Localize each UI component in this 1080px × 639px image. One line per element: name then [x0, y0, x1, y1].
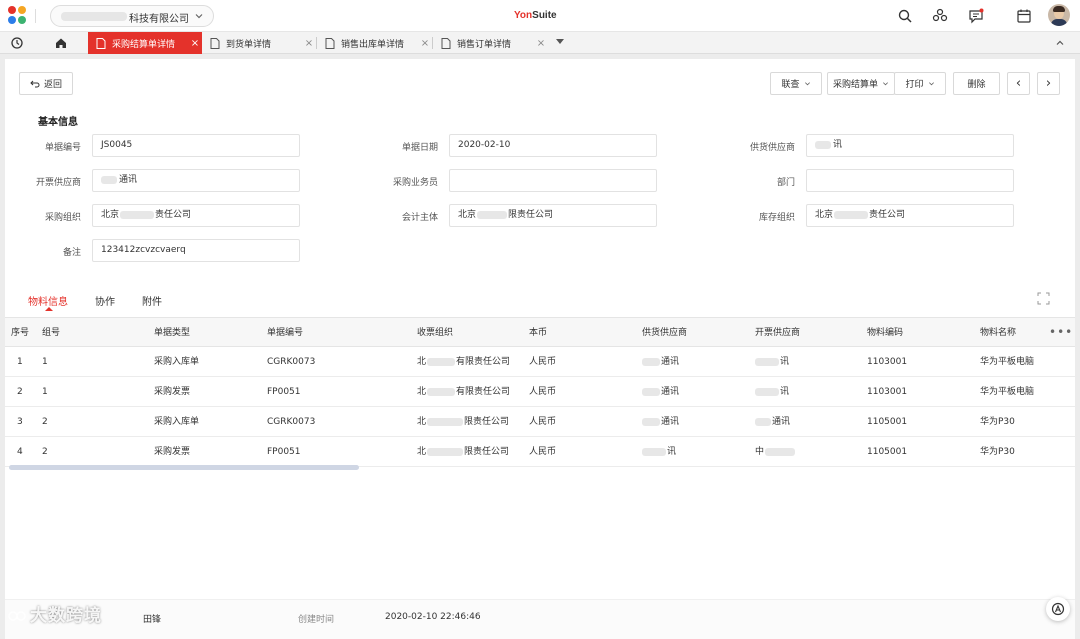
document-icon: [441, 37, 451, 49]
assistant-button[interactable]: [1046, 597, 1070, 621]
tab-settlement-detail[interactable]: 采购结算单详情 ×: [88, 32, 202, 54]
table-row[interactable]: 2 1 采购发票 FP0051 北有限责任公司 人民币 通讯 讯 1103001…: [5, 377, 1075, 407]
col-header[interactable]: 组号: [42, 318, 60, 348]
purchase-org-field[interactable]: 北京 责任公司: [92, 204, 300, 227]
watermark-logo-icon: [8, 611, 26, 621]
doc-date-field[interactable]: 2020-02-10: [449, 134, 657, 157]
record-footer: 田锋 创建时间 2020-02-10 22:46:46: [5, 599, 1075, 639]
document-icon: [96, 37, 106, 49]
chevron-down-icon: [928, 82, 934, 86]
calendar-icon[interactable]: [1016, 8, 1032, 24]
apps-icon[interactable]: [932, 8, 948, 24]
next-record-button[interactable]: ›: [1037, 72, 1060, 95]
subtab-collaboration[interactable]: 协作: [95, 293, 115, 308]
document-icon: [325, 37, 335, 49]
tab-sales-order-detail[interactable]: 销售订单详情 ×: [433, 32, 548, 54]
org-name-mask: [61, 12, 127, 21]
purchaser-label: 采购业务员: [392, 178, 438, 188]
close-icon[interactable]: ×: [302, 38, 316, 49]
col-header[interactable]: 收票组织: [417, 318, 453, 348]
message-icon[interactable]: [968, 8, 984, 24]
stock-org-label: 库存组织: [758, 213, 795, 223]
active-tab-indicator: [45, 307, 53, 311]
more-options-icon[interactable]: •••: [1049, 318, 1073, 348]
subtab-material-info[interactable]: 物料信息: [28, 293, 68, 308]
close-icon[interactable]: ×: [418, 38, 432, 49]
chevron-right-icon: ›: [1045, 76, 1052, 91]
col-header[interactable]: 单据类型: [154, 318, 190, 348]
tab-bar: 采购结算单详情 × 到货单详情 × 销售出库单详情 × 销售订单详情 ×: [0, 32, 1080, 54]
watermark: 大数跨境: [8, 601, 102, 626]
assistant-icon: [1051, 602, 1065, 616]
prev-record-button[interactable]: ‹: [1007, 72, 1030, 95]
chevron-up-icon[interactable]: [1054, 37, 1066, 49]
supplier-label: 供货供应商: [749, 143, 795, 153]
divider: [35, 9, 36, 23]
org-selector[interactable]: 科技有限公司: [50, 5, 214, 27]
purchaser-field[interactable]: [449, 169, 657, 192]
created-time-label: 创建时间: [298, 615, 335, 625]
invoice-supplier-label: 开票供应商: [35, 178, 81, 188]
return-arrow-icon: [30, 80, 40, 87]
brand-logo: YonSuite: [514, 10, 557, 21]
org-name: 科技有限公司: [129, 14, 189, 25]
table-row[interactable]: 1 1 采购入库单 CGRK0073 北有限责任公司 人民币 通讯 讯 1103…: [5, 347, 1075, 377]
col-header[interactable]: 供货供应商: [642, 318, 687, 348]
col-header[interactable]: 物料名称: [980, 318, 1016, 348]
close-icon[interactable]: ×: [188, 38, 202, 49]
chevron-down-icon: [883, 82, 888, 86]
accounting-entity-label: 会计主体: [401, 213, 438, 223]
document-icon: [210, 37, 220, 49]
detail-panel: 返回 联查 采购结算单 打印 删除 ‹ › 基本信息 单据编号 JS0045 单…: [5, 59, 1075, 639]
col-header[interactable]: 物料编码: [867, 318, 903, 348]
invoice-supplier-field[interactable]: 通讯: [92, 169, 300, 192]
dept-field[interactable]: [806, 169, 1014, 192]
doc-date-label: 单据日期: [401, 143, 438, 153]
doc-no-label: 单据编号: [44, 143, 81, 153]
user-avatar[interactable]: [1048, 4, 1070, 26]
purchase-org-label: 采购组织: [44, 213, 81, 223]
col-header[interactable]: 序号: [11, 318, 29, 348]
table-header: 序号 组号 单据类型 单据编号 收票组织 本币 供货供应商 开票供应商 物料编码…: [5, 317, 1075, 347]
table-row[interactable]: 3 2 采购入库单 CGRK0073 北限责任公司 人民币 通讯 通讯 1105…: [5, 407, 1075, 437]
settlement-button[interactable]: 采购结算单: [827, 72, 895, 95]
subtab-attachments[interactable]: 附件: [142, 293, 162, 308]
section-title: 基本信息: [38, 117, 78, 128]
horizontal-scrollbar[interactable]: [9, 465, 359, 470]
search-icon[interactable]: [897, 8, 913, 24]
supplier-field[interactable]: 讯: [806, 134, 1014, 157]
chevron-left-icon: ‹: [1015, 76, 1022, 91]
remark-label: 备注: [62, 248, 81, 258]
tab-overflow-caret-icon[interactable]: [556, 39, 564, 44]
fullscreen-icon[interactable]: [1037, 292, 1050, 305]
tab-arrival-detail[interactable]: 到货单详情 ×: [202, 32, 316, 54]
creator-name: 田锋: [143, 615, 162, 625]
close-icon[interactable]: ×: [534, 38, 548, 49]
chevron-down-icon: [804, 82, 810, 86]
print-button[interactable]: 打印: [894, 72, 946, 95]
chevron-down-icon: [195, 14, 203, 19]
app-logo-icon[interactable]: [8, 6, 28, 26]
created-time-value: 2020-02-10 22:46:46: [385, 612, 481, 622]
col-header[interactable]: 开票供应商: [755, 318, 800, 348]
stock-org-field[interactable]: 北京 责任公司: [806, 204, 1014, 227]
delete-button[interactable]: 删除: [953, 72, 1000, 95]
linked-query-button[interactable]: 联查: [770, 72, 822, 95]
doc-no-field[interactable]: JS0045: [92, 134, 300, 157]
top-bar: 科技有限公司 YonSuite: [0, 0, 1080, 32]
tab-sales-outbound-detail[interactable]: 销售出库单详情 ×: [317, 32, 432, 54]
accounting-entity-field[interactable]: 北京 限责任公司: [449, 204, 657, 227]
col-header[interactable]: 本币: [529, 318, 547, 348]
back-button[interactable]: 返回: [19, 72, 73, 95]
dept-label: 部门: [776, 178, 795, 188]
col-header[interactable]: 单据编号: [267, 318, 303, 348]
home-icon[interactable]: [54, 36, 68, 50]
table-row[interactable]: 4 2 采购发票 FP0051 北限责任公司 人民币 讯 中 1105001 华…: [5, 437, 1075, 467]
remark-field[interactable]: 123412zcvzcvaerq: [92, 239, 300, 262]
history-icon[interactable]: [10, 36, 24, 50]
